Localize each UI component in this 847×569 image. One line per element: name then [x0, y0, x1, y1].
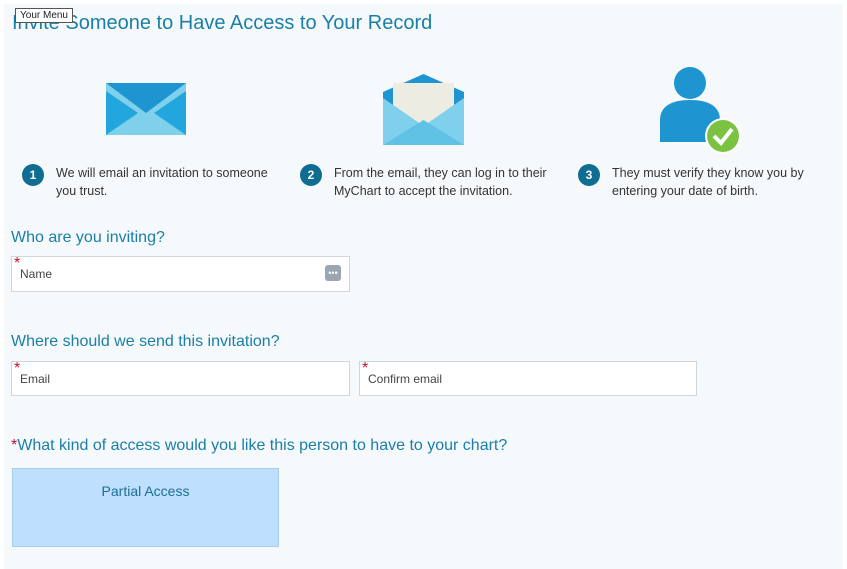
email-field: *: [11, 361, 350, 396]
envelope-closed-icon: [106, 83, 186, 135]
confirm-email-input[interactable]: [366, 371, 666, 387]
step-number-badge: 1: [22, 164, 44, 186]
step-text-line: entering your date of birth.: [612, 184, 758, 198]
name-input[interactable]: [18, 266, 319, 282]
name-field: * •••: [11, 256, 350, 292]
who-heading: Who are you inviting?: [11, 229, 165, 246]
step-text-line: you trust.: [56, 184, 108, 198]
step-text-line: MyChart to accept the invitation.: [334, 184, 513, 198]
step-description: We will email an invitation to someone y…: [56, 164, 268, 200]
step-description: They must verify they know you by enteri…: [612, 164, 804, 200]
verified-person-icon: [660, 67, 741, 154]
envelope-open-icon: [383, 74, 464, 145]
step-number-badge: 3: [578, 164, 600, 186]
page-title: Invite Someone to Have Access to Your Re…: [12, 12, 433, 34]
step-text-line: From the email, they can log in to their: [334, 166, 547, 180]
access-heading: *What kind of access would you like this…: [11, 437, 507, 455]
access-option-label: Partial Access: [101, 483, 190, 499]
email-input[interactable]: [18, 371, 319, 387]
step-text-line: We will email an invitation to someone: [56, 166, 268, 180]
ellipsis-icon[interactable]: •••: [325, 265, 341, 281]
confirm-email-field: *: [359, 361, 697, 396]
your-menu-button[interactable]: Your Menu: [15, 8, 73, 23]
step-number-badge: 2: [300, 164, 322, 186]
step-description: From the email, they can log in to their…: [334, 164, 547, 200]
step-text-line: They must verify they know you by: [612, 166, 804, 180]
where-heading: Where should we send this invitation?: [11, 333, 280, 350]
access-heading-text: What kind of access would you like this …: [17, 437, 508, 454]
partial-access-option[interactable]: Partial Access: [12, 468, 279, 547]
